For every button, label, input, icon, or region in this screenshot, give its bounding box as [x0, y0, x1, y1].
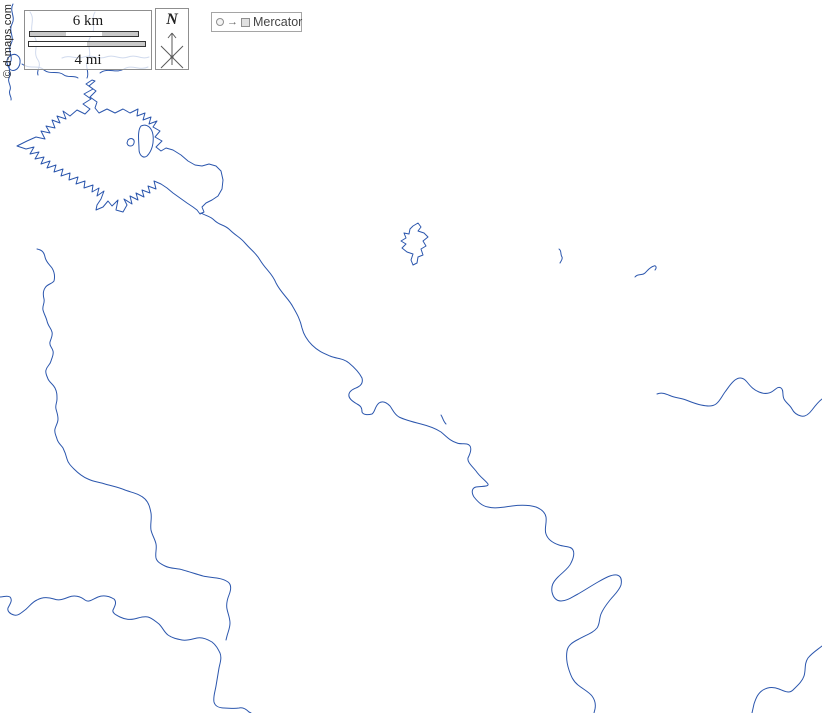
- globe-circle-icon: [216, 18, 224, 26]
- scale-segment: [102, 32, 138, 36]
- scale-km-label: 6 km: [25, 14, 151, 29]
- scale-bar-box: 6 km 4 mi: [24, 10, 152, 70]
- north-indicator-box: N: [155, 8, 189, 70]
- right-river: [657, 378, 822, 416]
- scale-mi-label: 4 mi: [25, 53, 151, 68]
- blank-map-canvas: [0, 0, 822, 713]
- projection-badge: → Mercator: [211, 12, 302, 32]
- corner-river: [752, 646, 822, 713]
- west-tributary: [0, 596, 251, 713]
- scale-segment: [66, 32, 102, 36]
- copyright-watermark: © d-maps.com: [2, 4, 14, 78]
- stream-mark: [635, 266, 656, 277]
- small-lake: [401, 223, 428, 265]
- lake-islet: [127, 139, 134, 146]
- stream-mark: [559, 249, 562, 263]
- arrow-right-icon: →: [227, 17, 238, 27]
- flat-square-icon: [241, 18, 250, 27]
- scale-bar-mi: [28, 41, 146, 47]
- scale-segment: [29, 42, 87, 46]
- stream-mark: [441, 415, 446, 424]
- left-river: [37, 249, 231, 640]
- north-label: N: [156, 11, 188, 29]
- compass-rose-icon: [156, 29, 188, 69]
- projection-label: Mercator: [253, 15, 302, 29]
- scale-segment: [87, 42, 145, 46]
- main-river: [201, 213, 621, 713]
- scale-segment: [30, 32, 66, 36]
- scale-bar-km: [29, 31, 139, 37]
- lake-outline: [17, 80, 223, 214]
- lake-island-ring: [139, 125, 154, 157]
